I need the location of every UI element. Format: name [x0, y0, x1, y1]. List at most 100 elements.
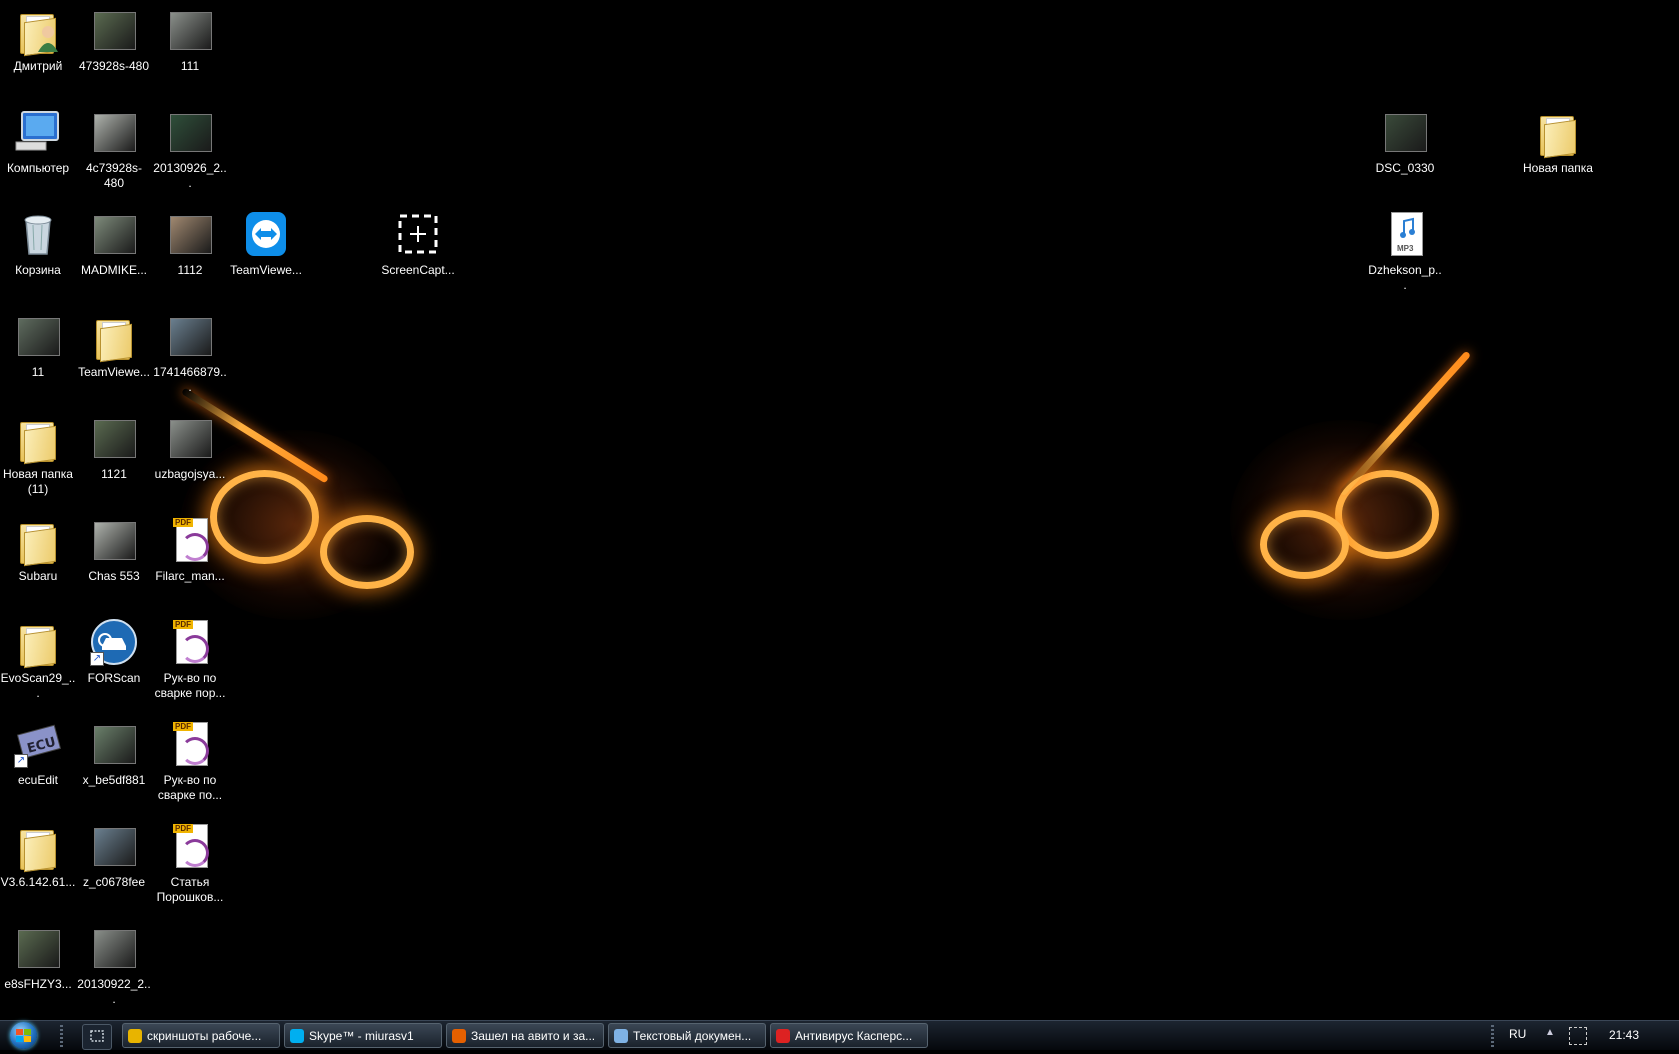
- taskbar-button-label: Skype™ - miurasv1: [309, 1029, 414, 1043]
- desktop-icon[interactable]: 1121: [76, 414, 152, 482]
- desktop-icon[interactable]: Chas 553: [76, 516, 152, 584]
- image-thumbnail-icon: [18, 318, 60, 356]
- start-button[interactable]: [4, 1021, 46, 1050]
- desktop-icon[interactable]: Новая папка (11): [0, 414, 76, 497]
- desktop-icon-image: [1534, 108, 1582, 159]
- desktop-icon-label: ecuEdit: [17, 773, 59, 787]
- desktop-icon[interactable]: 1112: [152, 210, 228, 278]
- image-thumbnail-icon: [94, 114, 136, 152]
- desktop-icon-label: 20130926_2...: [153, 161, 227, 190]
- desktop-icon[interactable]: ECU ↗ ecuEdit: [0, 720, 76, 788]
- user-icon: [38, 26, 58, 52]
- desktop-icon-image: [14, 822, 62, 873]
- image-thumbnail-icon: [170, 318, 212, 356]
- desktop-icon[interactable]: ↗ FORScan: [76, 618, 152, 686]
- desktop-icon-label: 473928s-480: [78, 59, 150, 73]
- computer-icon: [15, 111, 59, 151]
- desktop-icon[interactable]: x_be5df881: [76, 720, 152, 788]
- desktop-icon-image: [14, 924, 62, 972]
- recycle-bin-icon: [24, 215, 52, 255]
- desktop-icon-label: FORScan: [87, 671, 141, 685]
- desktop-icon[interactable]: V3.6.142.61...: [0, 822, 76, 890]
- show-desktop-button[interactable]: [82, 1024, 112, 1050]
- desktop-icon-label: x_be5df881: [82, 773, 146, 787]
- image-thumbnail-icon: [94, 12, 136, 50]
- taskbar-button[interactable]: Антивирус Касперс...: [770, 1023, 928, 1048]
- taskbar-button-label: Текстовый докумен...: [633, 1029, 752, 1043]
- desktop-icon[interactable]: DSC_0330: [1367, 108, 1443, 176]
- desktop-icon-image: [90, 822, 138, 870]
- desktop-icon-image: [166, 414, 214, 462]
- desktop-icon-label: EvoScan29_...: [0, 671, 76, 700]
- tray-separator: [1491, 1025, 1494, 1047]
- desktop-icon[interactable]: Компьютер: [0, 108, 76, 176]
- desktop-icon-label: e8sFHZY3...: [4, 977, 72, 991]
- desktop-icon[interactable]: 11: [0, 312, 76, 380]
- mp3-icon: MP3: [1391, 212, 1423, 256]
- desktop-icon-label: 1112: [177, 263, 203, 277]
- desktop-icon[interactable]: uzbagojsya...: [152, 414, 228, 482]
- desktop[interactable]: Дмитрий 473928s-480 111 Компьютер 4c7392…: [0, 0, 1679, 1020]
- desktop-icon[interactable]: MP3 Dzhekson_p...: [1367, 210, 1443, 293]
- taskbar-button[interactable]: Зашел на авито и за...: [446, 1023, 604, 1048]
- image-thumbnail-icon: [170, 420, 212, 458]
- desktop-icon-image: PDF: [166, 516, 214, 564]
- desktop-icon[interactable]: TeamViewe...: [76, 312, 152, 380]
- firefox-icon: [452, 1029, 466, 1043]
- windows-logo-icon: [16, 1029, 31, 1042]
- kaspersky-icon: [776, 1029, 790, 1043]
- desktop-icon[interactable]: z_c0678fee: [76, 822, 152, 890]
- desktop-icon[interactable]: 1741466879...: [152, 312, 228, 395]
- desktop-icon-label: Дмитрий: [13, 59, 63, 73]
- notepad-icon: [614, 1029, 628, 1043]
- desktop-icon-image: [166, 210, 214, 258]
- desktop-icon-label: Filarc_man...: [155, 569, 225, 583]
- image-thumbnail-icon: [170, 12, 212, 50]
- desktop-icon-image: [90, 210, 138, 258]
- desktop-icon[interactable]: PDF Рук-во по сварке пор...: [152, 618, 228, 701]
- desktop-icon-image: [166, 6, 214, 54]
- taskbar-button[interactable]: Skype™ - miurasv1: [284, 1023, 442, 1048]
- pdf-icon: PDF: [173, 722, 209, 766]
- language-indicator[interactable]: RU: [1509, 1027, 1526, 1041]
- desktop-icon-label: Компьютер: [6, 161, 70, 175]
- desktop-icon[interactable]: Subaru: [0, 516, 76, 584]
- image-thumbnail-icon: [94, 930, 136, 968]
- desktop-icon-image: [90, 414, 138, 462]
- clock[interactable]: 21:43: [1609, 1028, 1639, 1042]
- desktop-icon-label: MADMIKE...: [80, 263, 147, 277]
- desktop-icon[interactable]: EvoScan29_...: [0, 618, 76, 701]
- taskbar-button[interactable]: Текстовый докумен...: [608, 1023, 766, 1048]
- desktop-icon-image: [14, 618, 62, 669]
- image-thumbnail-icon: [170, 114, 212, 152]
- desktop-icon[interactable]: 20130926_2...: [152, 108, 228, 191]
- desktop-icon[interactable]: e8sFHZY3...: [0, 924, 76, 992]
- desktop-icon[interactable]: PDF Статья Порошков...: [152, 822, 228, 905]
- screencapture-tray-icon[interactable]: [1569, 1027, 1587, 1045]
- desktop-icon-image: PDF: [166, 822, 214, 870]
- image-thumbnail-icon: [1385, 114, 1427, 152]
- taskbar-button[interactable]: скриншоты рабоче...: [122, 1023, 280, 1048]
- desktop-icon[interactable]: 4c73928s-480: [76, 108, 152, 191]
- desktop-icon[interactable]: 20130922_2...: [76, 924, 152, 1007]
- desktop-icon-image: [90, 6, 138, 54]
- desktop-icon[interactable]: PDF Filarc_man...: [152, 516, 228, 584]
- folder-icon: [20, 830, 56, 873]
- desktop-icon[interactable]: Новая папка: [1520, 108, 1596, 176]
- desktop-icon[interactable]: 111: [152, 6, 228, 74]
- desktop-icon[interactable]: ScreenCapt...: [380, 210, 456, 278]
- folder-icon: [20, 524, 56, 567]
- desktop-icon[interactable]: 473928s-480: [76, 6, 152, 74]
- show-desktop-icon: [90, 1030, 104, 1042]
- desktop-icon[interactable]: TeamViewe...: [228, 210, 304, 278]
- desktop-icon[interactable]: MADMIKE...: [76, 210, 152, 278]
- desktop-icon[interactable]: Корзина: [0, 210, 76, 278]
- desktop-icon[interactable]: PDF Рук-во по сварке по...: [152, 720, 228, 803]
- desktop-icon-image: PDF: [166, 618, 214, 666]
- desktop-icon-image: [166, 108, 214, 156]
- show-hidden-icons-icon[interactable]: ▲: [1545, 1027, 1555, 1038]
- taskbar-button-label: скриншоты рабоче...: [147, 1029, 262, 1043]
- pdf-icon: PDF: [173, 518, 209, 562]
- desktop-icon[interactable]: Дмитрий: [0, 6, 76, 74]
- desktop-icon-image: [90, 720, 138, 768]
